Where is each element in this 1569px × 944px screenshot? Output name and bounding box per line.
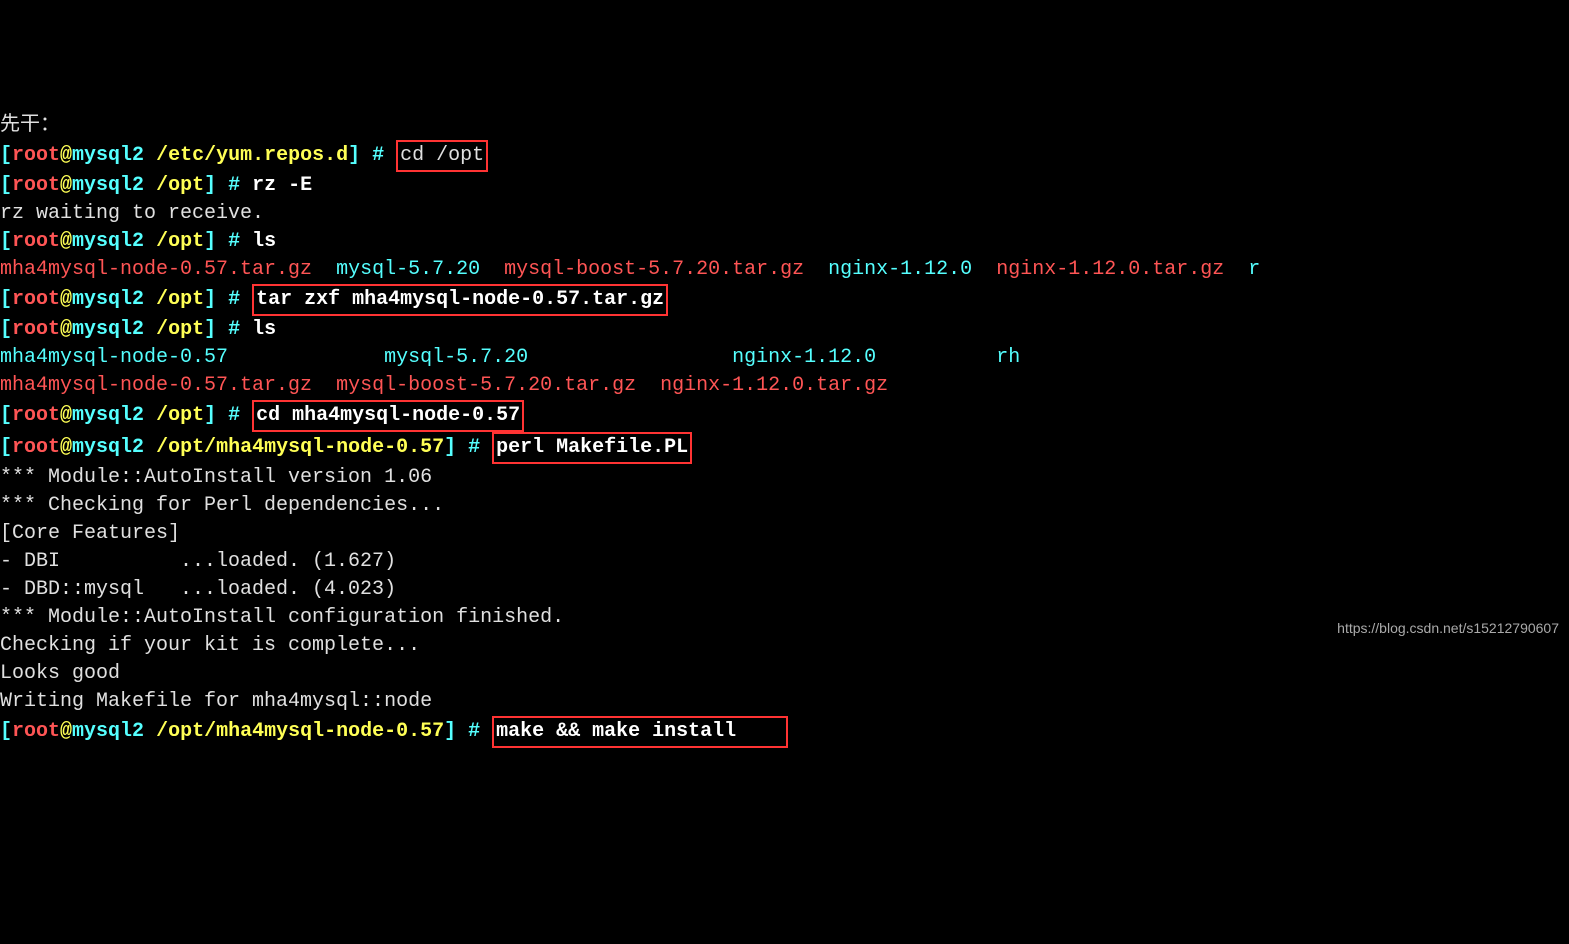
file-tar-gz: mha4mysql-node-0.57.tar.gz <box>0 258 312 281</box>
terminal-line-11: [root@mysql2 /opt/mha4mysql-node-0.57] #… <box>0 432 1569 464</box>
terminal-line-10: [root@mysql2 /opt] # cd mha4mysql-node-0… <box>0 400 1569 432</box>
command-rz[interactable]: rz -E <box>252 174 312 197</box>
partial-text-top: 先干： <box>0 112 1569 140</box>
command-ls[interactable]: ls <box>252 230 276 253</box>
bracket-close: ] # <box>348 144 396 167</box>
file-mha-tar: mha4mysql-node-0.57.tar.gz <box>0 374 312 397</box>
perl-output-3: [Core Features] <box>0 520 1569 548</box>
dir-rh: rh <box>876 346 1020 369</box>
file-boost-tar-2: mysql-boost-5.7.20.tar.gz <box>312 374 636 397</box>
perl-output-2: *** Checking for Perl dependencies... <box>0 492 1569 520</box>
rz-output: rz waiting to receive. <box>0 200 1569 228</box>
dir-mha-node: mha4mysql-node-0.57 <box>0 346 228 369</box>
command-make-install[interactable]: make && make install <box>492 716 788 748</box>
file-boost-tar: mysql-boost-5.7.20.tar.gz <box>504 258 804 281</box>
perl-output-9: Writing Makefile for mha4mysql::node <box>0 688 1569 716</box>
dir-nginx-2: nginx-1.12.0 <box>528 346 876 369</box>
terminal-line-4: [root@mysql2 /opt] # ls <box>0 228 1569 256</box>
dir-mysql-2: mysql-5.7.20 <box>228 346 528 369</box>
ls-output-1: mha4mysql-node-0.57.tar.gz mysql-5.7.20 … <box>0 256 1569 284</box>
perl-output-1: *** Module::AutoInstall version 1.06 <box>0 464 1569 492</box>
terminal-line-7: [root@mysql2 /opt] # ls <box>0 316 1569 344</box>
prompt-path: /etc/yum.repos.d <box>144 144 348 167</box>
file-nginx-tar: nginx-1.12.0.tar.gz <box>996 258 1248 281</box>
ls-output-2b: mha4mysql-node-0.57.tar.gz mysql-boost-5… <box>0 372 1569 400</box>
prompt-user: root <box>12 144 60 167</box>
perl-output-5: - DBD::mysql ...loaded. (4.023) <box>0 576 1569 604</box>
file-nginx-tar-2: nginx-1.12.0.tar.gz <box>636 374 888 397</box>
watermark-text: https://blog.csdn.net/s15212790607 <box>1337 619 1559 639</box>
prompt-host: mysql2 <box>72 144 144 167</box>
command-perl-makefile[interactable]: perl Makefile.PL <box>492 432 692 464</box>
terminal-line-21: [root@mysql2 /opt/mha4mysql-node-0.57] #… <box>0 716 1569 748</box>
command-ls-2[interactable]: ls <box>252 318 276 341</box>
prompt-at: @ <box>60 144 72 167</box>
command-cd-mha[interactable]: cd mha4mysql-node-0.57 <box>252 400 524 432</box>
terminal-line-1: [root@mysql2 /etc/yum.repos.d] # cd /opt <box>0 140 1569 172</box>
perl-output-4: - DBI ...loaded. (1.627) <box>0 548 1569 576</box>
command-cd-opt[interactable]: cd /opt <box>396 140 488 172</box>
perl-output-6: *** Module::AutoInstall configuration fi… <box>0 604 1569 632</box>
ls-output-2a: mha4mysql-node-0.57 mysql-5.7.20 nginx-1… <box>0 344 1569 372</box>
terminal-line-2: [root@mysql2 /opt] # rz -E <box>0 172 1569 200</box>
perl-output-8: Looks good <box>0 660 1569 688</box>
dir-rh-partial: r <box>1248 258 1260 281</box>
terminal-line-6: [root@mysql2 /opt] # tar zxf mha4mysql-n… <box>0 284 1569 316</box>
dir-mysql: mysql-5.7.20 <box>312 258 504 281</box>
perl-output-7: Checking if your kit is complete... <box>0 632 1569 660</box>
dir-nginx: nginx-1.12.0 <box>804 258 996 281</box>
bracket-open: [ <box>0 144 12 167</box>
command-tar[interactable]: tar zxf mha4mysql-node-0.57.tar.gz <box>252 284 668 316</box>
